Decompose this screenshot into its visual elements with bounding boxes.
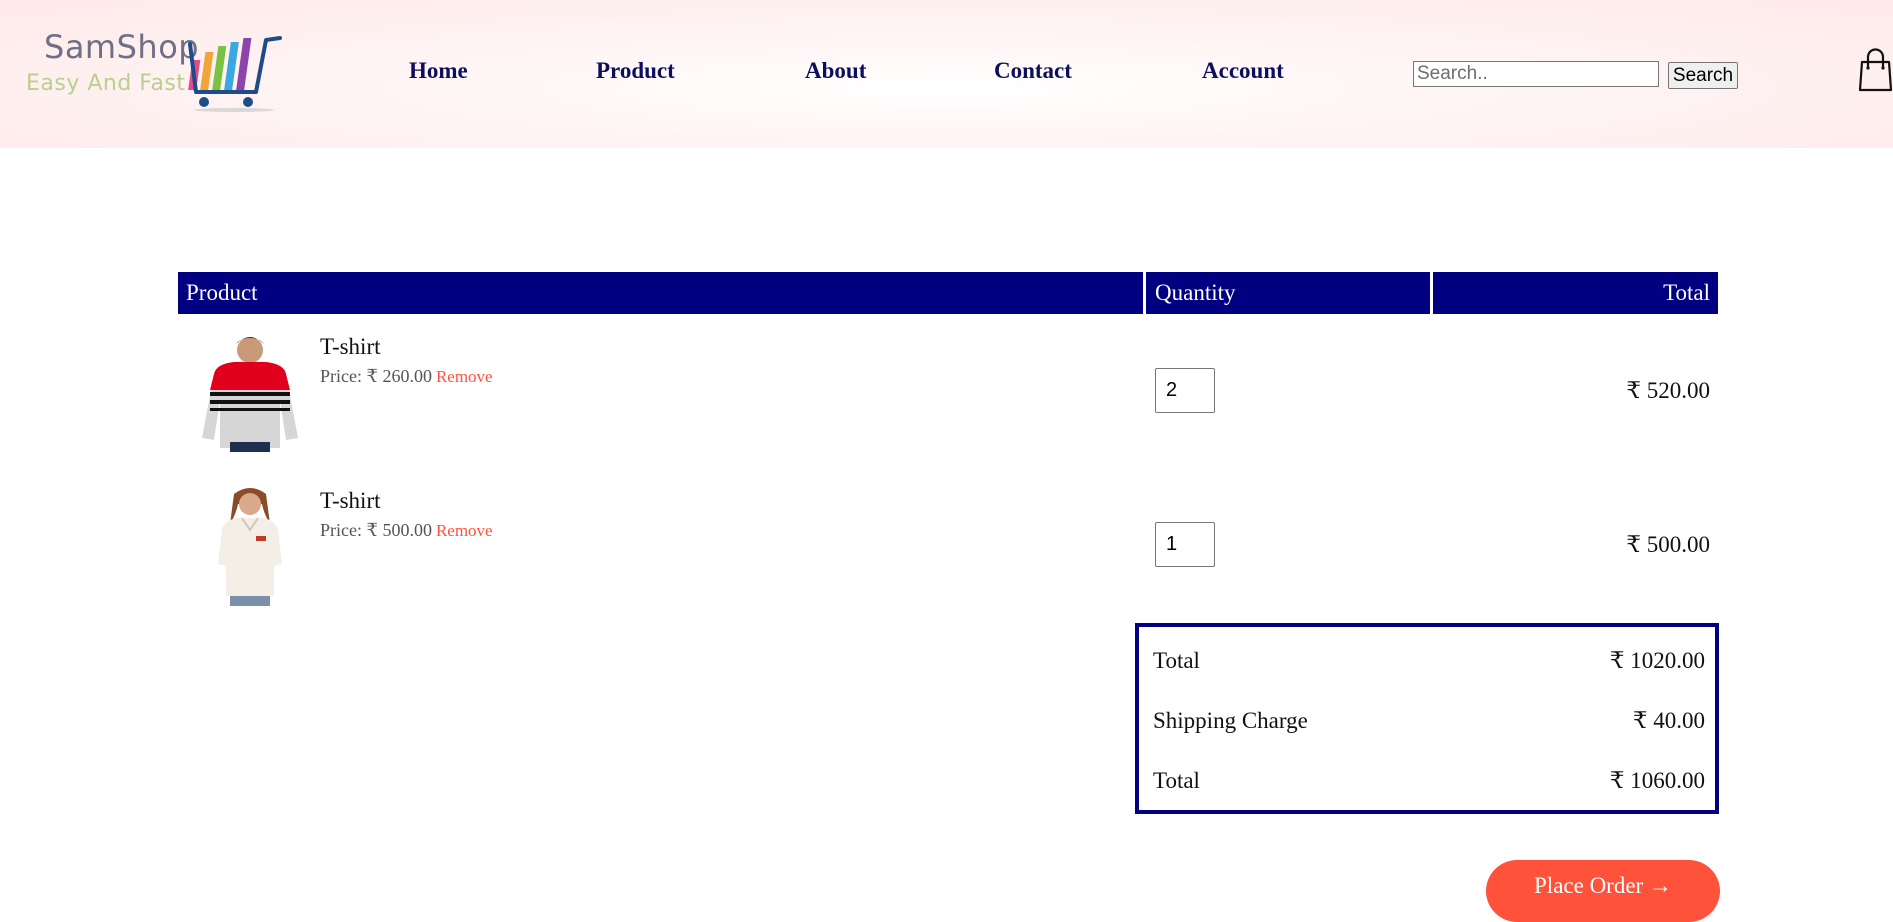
quantity-input[interactable] xyxy=(1155,522,1215,567)
header-quantity: Quantity xyxy=(1146,272,1430,314)
row-total: ₹ 520.00 xyxy=(1626,378,1710,403)
summary-row-grand-total: Total ₹ 1060.00 xyxy=(1153,768,1705,798)
header-product-label: Product xyxy=(186,280,258,305)
nav-account[interactable]: Account xyxy=(1202,58,1284,84)
summary-row-subtotal: Total ₹ 1020.00 xyxy=(1153,648,1705,678)
remove-link[interactable]: Remove xyxy=(436,367,493,386)
row-total: ₹ 500.00 xyxy=(1626,532,1710,557)
product-price-text: Price: ₹ 500.00 xyxy=(320,520,432,540)
search-input[interactable] xyxy=(1413,61,1659,87)
site-header: SamShop Easy And Fast Home Product About… xyxy=(0,0,1893,148)
remove-link[interactable]: Remove xyxy=(436,521,493,540)
shopping-bag-icon[interactable] xyxy=(1858,48,1893,92)
header-product: Product xyxy=(178,272,1143,314)
brand-logo[interactable]: SamShop Easy And Fast xyxy=(24,28,284,112)
header-total-label: Total xyxy=(1663,280,1710,305)
product-name: T-shirt xyxy=(320,334,381,359)
summary-value: ₹ 1020.00 xyxy=(1609,648,1705,673)
quantity-input[interactable] xyxy=(1155,368,1215,413)
brand-name: SamShop xyxy=(44,28,200,66)
nav-contact[interactable]: Contact xyxy=(994,58,1072,84)
search-button[interactable]: Search xyxy=(1668,62,1738,89)
product-price: Price: ₹ 500.00 Remove xyxy=(320,520,493,541)
nav-about[interactable]: About xyxy=(805,58,866,84)
nav-product[interactable]: Product xyxy=(596,58,675,84)
header-quantity-label: Quantity xyxy=(1155,280,1236,305)
header-total: Total xyxy=(1433,272,1718,314)
product-name: T-shirt xyxy=(320,488,381,513)
summary-value: ₹ 40.00 xyxy=(1632,708,1705,733)
summary-row-shipping: Shipping Charge ₹ 40.00 xyxy=(1153,708,1705,738)
product-price-text: Price: ₹ 260.00 xyxy=(320,366,432,386)
cart-row: T-shirt Price: ₹ 500.00Remove ₹ 500.00 xyxy=(178,484,1718,614)
summary-label: Total xyxy=(1153,768,1200,793)
product-price: Price: ₹ 260.00 Remove xyxy=(320,366,493,387)
place-order-button[interactable]: Place Order → xyxy=(1486,860,1720,922)
order-summary: Total ₹ 1020.00 Shipping Charge ₹ 40.00 … xyxy=(1135,623,1719,814)
summary-label: Shipping Charge xyxy=(1153,708,1308,733)
nav-home[interactable]: Home xyxy=(409,58,468,84)
product-image-white-polo-tshirt xyxy=(218,488,282,606)
summary-value: ₹ 1060.00 xyxy=(1609,768,1705,793)
shopping-cart-logo-icon xyxy=(188,36,282,112)
summary-label: Total xyxy=(1153,648,1200,673)
brand-tagline: Easy And Fast xyxy=(26,71,186,96)
cart-row: T-shirt Price: ₹ 260.00Remove ₹ 520.00 xyxy=(178,330,1718,460)
product-image-red-striped-tshirt xyxy=(202,337,298,452)
